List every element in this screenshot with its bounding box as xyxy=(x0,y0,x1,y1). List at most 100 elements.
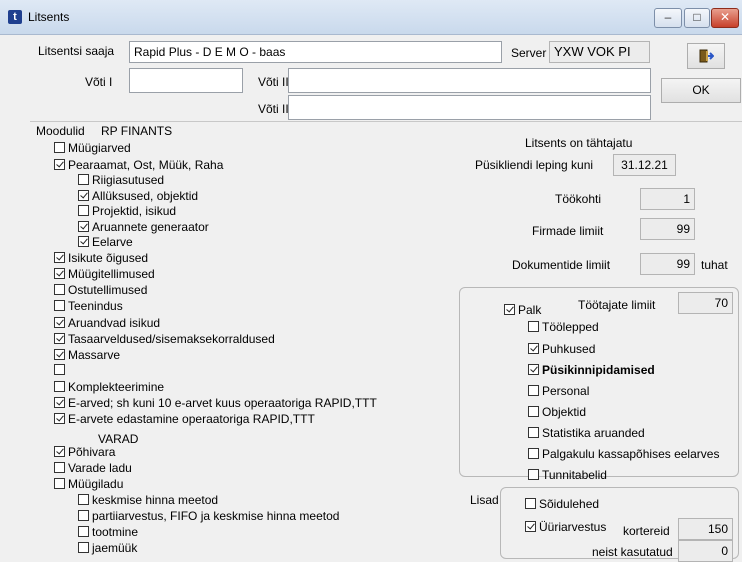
workplaces-label: Töökohti xyxy=(555,192,602,206)
checkbox-unchecked-icon[interactable] xyxy=(54,381,65,392)
rent-checkbox[interactable]: Üüriarvestus xyxy=(525,519,606,534)
payroll-option-checkbox-label: Puhkused xyxy=(542,341,596,356)
payroll-option-checkbox[interactable]: Personal xyxy=(528,383,589,398)
checkbox-unchecked-icon[interactable] xyxy=(528,385,539,396)
checkbox-checked-icon[interactable] xyxy=(78,190,89,201)
checkbox-checked-icon[interactable] xyxy=(54,349,65,360)
module-checkbox[interactable]: Allüksused, objektid xyxy=(78,188,198,203)
module-checkbox[interactable] xyxy=(54,362,68,377)
checkbox-checked-icon[interactable] xyxy=(504,304,515,315)
ok-button[interactable]: OK xyxy=(661,78,741,103)
asset-checkbox-label: partiiarvestus, FIFO ja keskmise hinna m… xyxy=(92,508,340,523)
checkbox-unchecked-icon[interactable] xyxy=(528,406,539,417)
waybills-checkbox[interactable]: Sõidulehed xyxy=(525,496,599,511)
asset-checkbox-label: Müügiladu xyxy=(68,476,124,491)
checkbox-unchecked-icon[interactable] xyxy=(54,478,65,489)
module-checkbox[interactable]: Aruandvad isikud xyxy=(54,315,160,330)
payroll-option-checkbox[interactable]: Objektid xyxy=(528,404,586,419)
asset-checkbox[interactable]: keskmise hinna meetod xyxy=(78,492,218,507)
checkbox-checked-icon[interactable] xyxy=(54,268,65,279)
asset-checkbox[interactable]: tootmine xyxy=(78,524,138,539)
licensee-field[interactable]: Rapid Plus - D E M O - baas xyxy=(129,41,502,63)
checkbox-unchecked-icon[interactable] xyxy=(54,462,65,473)
checkbox-unchecked-icon[interactable] xyxy=(528,469,539,480)
module-checkbox[interactable]: Komplekteerimine xyxy=(54,379,164,394)
key3-label: Võti III xyxy=(258,102,293,116)
module-checkbox[interactable]: Riigiasutused xyxy=(78,172,164,187)
module-checkbox[interactable]: Ostutellimused xyxy=(54,282,147,297)
module-checkbox[interactable]: Müügiarved xyxy=(54,140,131,155)
checkbox-unchecked-icon[interactable] xyxy=(528,427,539,438)
maximize-button[interactable]: □ xyxy=(684,8,710,28)
module-checkbox-label: E-arvete edastamine operaatoriga RAPID,T… xyxy=(68,411,315,426)
checkbox-unchecked-icon[interactable] xyxy=(54,300,65,311)
checkbox-unchecked-icon[interactable] xyxy=(525,498,536,509)
asset-checkbox-label: Põhivara xyxy=(68,444,116,459)
close-button[interactable]: ✕ xyxy=(711,8,739,28)
module-checkbox[interactable]: E-arved; sh kuni 10 e-arvet kuus operaat… xyxy=(54,395,377,410)
module-checkbox[interactable]: Isikute õigused xyxy=(54,250,148,265)
module-checkbox[interactable]: Projektid, isikud xyxy=(78,203,176,218)
checkbox-unchecked-icon[interactable] xyxy=(78,494,89,505)
payroll-option-checkbox[interactable]: Palgakulu kassapõhises eelarves xyxy=(528,446,719,461)
key3-input[interactable] xyxy=(288,95,651,120)
module-checkbox[interactable]: Massarve xyxy=(54,347,120,362)
checkbox-checked-icon[interactable] xyxy=(54,413,65,424)
checkbox-checked-icon[interactable] xyxy=(54,446,65,457)
app-logo-icon: t xyxy=(8,10,22,24)
payroll-option-checkbox[interactable]: Puhkused xyxy=(528,341,595,356)
checkbox-checked-icon[interactable] xyxy=(54,397,65,408)
payroll-checkbox[interactable]: Palk xyxy=(504,302,541,317)
module-checkbox[interactable]: E-arvete edastamine operaatoriga RAPID,T… xyxy=(54,411,315,426)
payroll-option-checkbox[interactable]: Töölepped xyxy=(528,319,599,334)
payroll-option-checkbox[interactable]: Püsikinnipidamised xyxy=(528,362,655,377)
minimize-button[interactable]: ‒ xyxy=(654,8,682,28)
window-title-bar[interactable] xyxy=(0,0,742,35)
checkbox-unchecked-icon[interactable] xyxy=(78,205,89,216)
module-checkbox[interactable]: Eelarve xyxy=(78,234,133,249)
checkbox-checked-icon[interactable] xyxy=(528,364,539,375)
asset-checkbox[interactable]: Müügiladu xyxy=(54,476,123,491)
checkbox-unchecked-icon[interactable] xyxy=(54,142,65,153)
module-checkbox-label: Riigiasutused xyxy=(92,172,165,187)
checkbox-checked-icon[interactable] xyxy=(54,252,65,263)
checkbox-unchecked-icon[interactable] xyxy=(54,284,65,295)
payroll-option-checkbox-label: Töölepped xyxy=(542,319,599,334)
module-checkbox[interactable]: Aruannete generaator xyxy=(78,219,209,234)
module-checkbox[interactable]: Tasaarveldused/sisemaksekorraldused xyxy=(54,331,275,346)
checkbox-unchecked-icon[interactable] xyxy=(78,542,89,553)
apartments-label: kortereid xyxy=(623,524,670,538)
checkbox-checked-icon[interactable] xyxy=(78,236,89,247)
checkbox-unchecked-icon[interactable] xyxy=(78,510,89,521)
checkbox-checked-icon[interactable] xyxy=(528,343,539,354)
asset-checkbox[interactable]: partiiarvestus, FIFO ja keskmise hinna m… xyxy=(78,508,339,523)
checkbox-checked-icon[interactable] xyxy=(54,333,65,344)
key2-input[interactable] xyxy=(288,68,651,93)
module-checkbox[interactable]: Müügitellimused xyxy=(54,266,155,281)
exit-button[interactable] xyxy=(687,43,725,69)
module-checkbox-label: Komplekteerimine xyxy=(68,379,165,394)
checkbox-unchecked-icon[interactable] xyxy=(78,174,89,185)
divider xyxy=(30,121,742,122)
checkbox-unchecked-icon[interactable] xyxy=(528,448,539,459)
asset-checkbox[interactable]: Põhivara xyxy=(54,444,115,459)
payroll-option-checkbox[interactable]: Statistika aruanded xyxy=(528,425,645,440)
checkbox-checked-icon[interactable] xyxy=(54,317,65,328)
checkbox-unchecked-icon[interactable] xyxy=(528,321,539,332)
docs-label: Dokumentide limiit xyxy=(512,258,611,272)
payroll-option-checkbox[interactable]: Tunnitabelid xyxy=(528,467,607,482)
asset-checkbox[interactable]: jaemüük xyxy=(78,540,137,555)
apartments-field: 150 xyxy=(678,518,733,540)
checkbox-unchecked-icon[interactable] xyxy=(54,364,65,375)
contract-field: 31.12.21 xyxy=(613,154,676,176)
checkbox-checked-icon[interactable] xyxy=(54,159,65,170)
module-checkbox[interactable]: Teenindus xyxy=(54,298,123,313)
module-checkbox[interactable]: Pearaamat, Ost, Müük, Raha xyxy=(54,157,223,172)
module-checkbox-label: Aruannete generaator xyxy=(92,219,209,234)
checkbox-unchecked-icon[interactable] xyxy=(78,526,89,537)
asset-checkbox[interactable]: Varade ladu xyxy=(54,460,132,475)
checkbox-checked-icon[interactable] xyxy=(78,221,89,232)
key1-input[interactable] xyxy=(129,68,243,93)
checkbox-checked-icon[interactable] xyxy=(525,521,536,532)
workplaces-field: 1 xyxy=(640,188,695,210)
